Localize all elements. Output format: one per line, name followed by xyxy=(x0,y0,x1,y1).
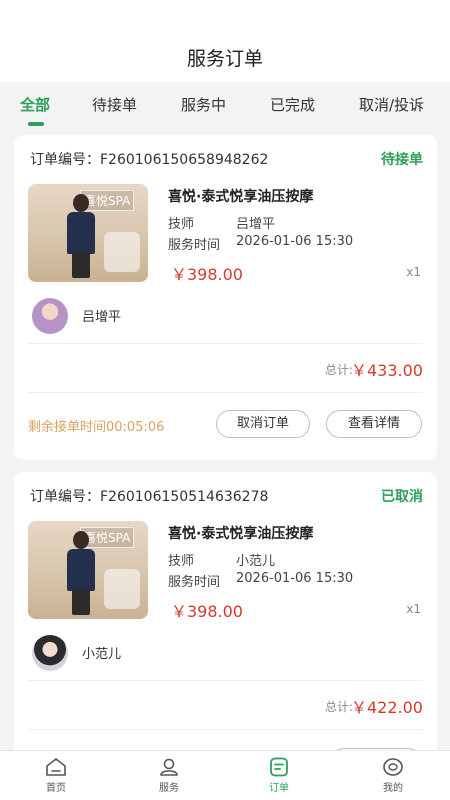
tabbar-label: 订单 xyxy=(269,783,289,794)
thumbnail-decor xyxy=(104,569,140,609)
total-amount: ￥422.00 xyxy=(351,698,423,717)
order-number: 订单编号：F260106150514636278 xyxy=(30,489,269,505)
tabbar-label: 我的 xyxy=(383,783,403,794)
quantity: x1 xyxy=(406,265,421,279)
tab-completed[interactable]: 已完成 xyxy=(270,94,315,115)
tabbar-item-home[interactable]: 首页 xyxy=(26,757,86,794)
tabbar-item-profile[interactable]: 我的 xyxy=(363,757,423,794)
time-value: 2026-01-06 15:30 xyxy=(236,234,354,249)
technician-name: 吕增平 xyxy=(82,310,122,325)
service-price: ￥398.00 xyxy=(171,265,243,284)
profile-icon xyxy=(383,758,403,776)
tech-value: 吕增平 xyxy=(236,217,276,232)
divider xyxy=(28,729,423,730)
bottom-tab-bar: 首页 服务 订单 我的 xyxy=(0,750,450,800)
tab-all[interactable]: 全部 xyxy=(20,94,50,115)
service-price: ￥398.00 xyxy=(171,602,243,621)
home-icon xyxy=(46,758,66,776)
page-title: 服务订单 xyxy=(186,48,263,70)
time-label: 服务时间 xyxy=(168,238,221,253)
time-value: 2026-01-06 15:30 xyxy=(236,571,354,586)
service-title: 喜悦·泰式悦享油压按摩 xyxy=(168,189,314,205)
service-thumbnail[interactable]: 喜悦SPA xyxy=(28,184,148,282)
divider xyxy=(28,680,423,681)
view-details-button[interactable]: 查看详情 xyxy=(326,410,422,438)
tabbar-item-order[interactable]: 订单 xyxy=(249,757,309,794)
tab-in-service[interactable]: 服务中 xyxy=(181,94,226,115)
order-card[interactable]: 订单编号：F260106150658948262 待接单 喜悦SPA 喜悦·泰式… xyxy=(14,135,437,460)
order-card[interactable]: 订单编号：F260106150514636278 已取消 喜悦SPA 喜悦·泰式… xyxy=(14,472,437,772)
tabbar-label: 首页 xyxy=(46,783,66,794)
header-bar: 服务订单 xyxy=(0,0,450,82)
service-title: 喜悦·泰式悦享油压按摩 xyxy=(168,526,314,542)
service-thumbnail[interactable]: 喜悦SPA xyxy=(28,521,148,619)
tech-label: 技师 xyxy=(168,554,195,569)
total-label: 总计: xyxy=(324,700,353,714)
order-status: 待接单 xyxy=(381,152,423,168)
divider xyxy=(28,343,423,344)
quantity: x1 xyxy=(406,602,421,616)
tech-value: 小范儿 xyxy=(236,554,276,569)
therapist-figure xyxy=(64,194,98,278)
therapist-figure xyxy=(64,531,98,615)
order-tabs: 全部 待接单 服务中 已完成 取消/投诉 xyxy=(0,82,450,132)
time-label: 服务时间 xyxy=(168,575,221,590)
tab-cancelled-complaint[interactable]: 取消/投诉 xyxy=(359,94,424,115)
total-label: 总计: xyxy=(324,363,353,377)
accept-countdown: 剩余接单时间00:05:06 xyxy=(28,420,165,435)
avatar xyxy=(32,635,68,671)
tabbar-item-service[interactable]: 服务 xyxy=(139,757,199,794)
thumbnail-decor xyxy=(104,232,140,272)
tabbar-label: 服务 xyxy=(159,783,179,794)
order-status: 已取消 xyxy=(381,489,423,505)
active-tab-indicator xyxy=(28,122,44,126)
tab-pending[interactable]: 待接单 xyxy=(92,94,137,115)
order-icon xyxy=(270,757,288,777)
tech-label: 技师 xyxy=(168,217,195,232)
order-number: 订单编号：F260106150658948262 xyxy=(30,152,269,168)
total-amount: ￥433.00 xyxy=(351,361,423,380)
service-icon xyxy=(160,758,178,776)
divider xyxy=(28,392,423,393)
technician-name: 小范儿 xyxy=(82,647,122,662)
cancel-order-button[interactable]: 取消订单 xyxy=(216,410,310,438)
avatar xyxy=(32,298,68,334)
